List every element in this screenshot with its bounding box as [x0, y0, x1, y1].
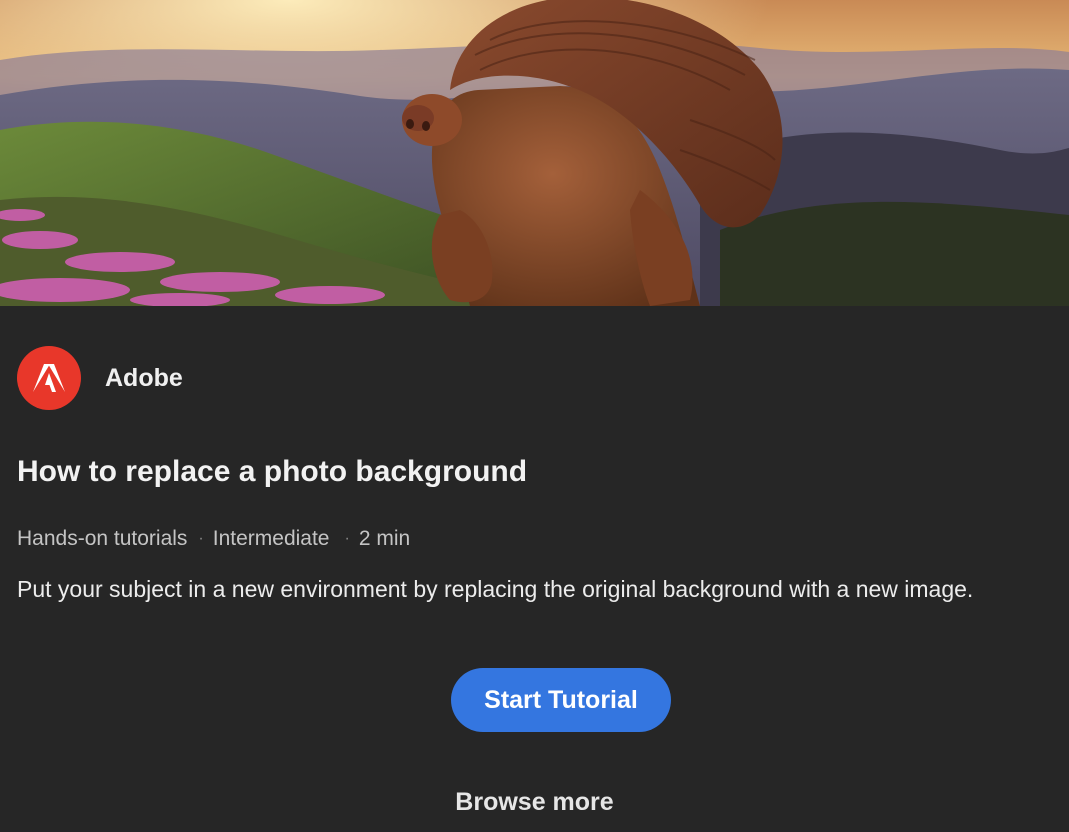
tutorial-title: How to replace a photo background: [17, 455, 528, 488]
hero-image: [0, 0, 1069, 306]
tutorial-card: Adobe How to replace a photo background …: [0, 0, 1069, 832]
tutorial-description: Put your subject in a new environment by…: [17, 576, 974, 602]
publisher: Adobe: [17, 346, 183, 410]
meta-separator: ·: [344, 530, 350, 547]
level-label: Intermediate: [212, 527, 330, 550]
publisher-name: Adobe: [105, 363, 183, 392]
adobe-logo-icon: [17, 346, 81, 410]
duration-label: 2 min: [358, 527, 411, 550]
tutorial-meta: Hands-on tutorials · Intermediate · 2 mi…: [17, 527, 410, 551]
category-label: Hands-on tutorials: [17, 527, 188, 550]
start-tutorial-button[interactable]: Start Tutorial: [451, 668, 671, 732]
meta-separator: ·: [198, 530, 204, 547]
browse-more-link[interactable]: Browse more: [0, 788, 1069, 817]
